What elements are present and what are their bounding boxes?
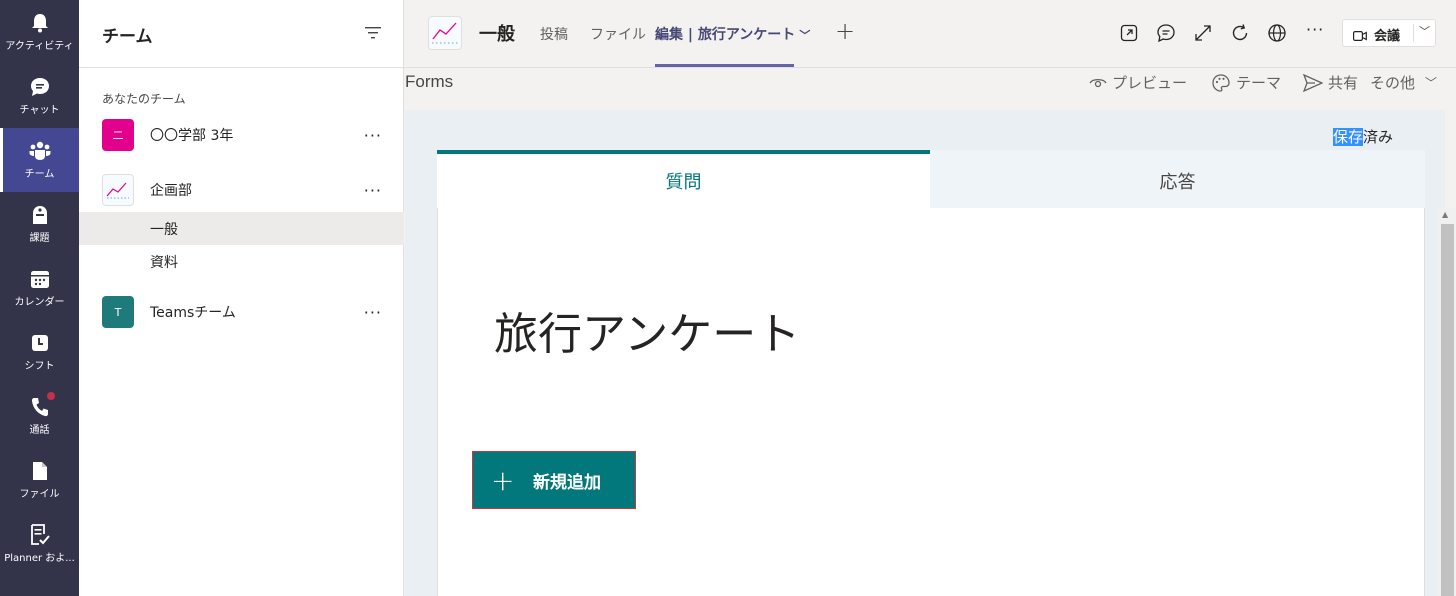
shifts-icon (29, 332, 51, 354)
channel-header: 一般 投稿 ファイル 編集 | 旅行アンケート ﹀ + ··· 会議 ﹀ (404, 0, 1456, 68)
palette-icon (1212, 73, 1230, 92)
more-options-icon[interactable]: ··· (364, 303, 382, 322)
tab-posts[interactable]: 投稿 (540, 24, 568, 44)
team-name: 〇〇学部 3年 (150, 128, 234, 144)
filter-icon[interactable] (364, 24, 382, 42)
eye-icon (1089, 78, 1107, 87)
chevron-down-icon: ﹀ (799, 29, 811, 42)
file-icon (29, 460, 51, 482)
forms-label: Forms (405, 72, 454, 91)
share-button[interactable]: 共有 (1303, 72, 1358, 93)
notification-badge (46, 392, 55, 400)
assignments-icon (29, 204, 51, 226)
channel-item[interactable]: 資料 (79, 245, 404, 278)
rail-label: チャット (19, 105, 60, 116)
refresh-icon[interactable] (1230, 23, 1250, 43)
save-status: 保存済み (1333, 126, 1393, 147)
chevron-down-icon[interactable]: ﹀ (1419, 23, 1430, 39)
conversation-icon[interactable] (1156, 23, 1176, 43)
more-options-icon[interactable]: ··· (364, 181, 382, 200)
team-name: 企画部 (150, 183, 192, 199)
more-menu-label: その他 (1370, 74, 1416, 92)
calendar-icon (29, 268, 51, 290)
divider (1413, 24, 1414, 42)
expand-icon[interactable] (1193, 23, 1213, 43)
tab-label: 編集 | 旅行アンケート (655, 27, 796, 43)
chat-icon (29, 76, 51, 98)
theme-button[interactable]: テーマ (1211, 72, 1281, 93)
app-rail: アクティビティ チャット チーム 課題 カレンダー シフト 通話 ファイル Pl… (0, 0, 79, 596)
rail-item-calendar[interactable]: カレンダー (0, 256, 79, 320)
add-new-button[interactable]: + 新規追加 (472, 451, 636, 509)
rail-label: 課題 (29, 233, 50, 244)
tab-files[interactable]: ファイル (590, 24, 646, 44)
scrollbar-thumb[interactable] (1441, 224, 1454, 596)
rail-label: 通話 (29, 425, 50, 436)
rail-label: チーム (24, 169, 55, 180)
theme-label: テーマ (1236, 74, 1282, 92)
share-label: 共有 (1328, 74, 1359, 92)
tab-responses[interactable]: 応答 (930, 150, 1425, 208)
preview-button[interactable]: プレビュー (1089, 72, 1187, 93)
rail-item-chat[interactable]: チャット (0, 64, 79, 128)
team-avatar: T (102, 296, 134, 328)
channel-name: 一般 (150, 221, 178, 238)
teams-panel: チーム あなたのチーム 二 〇〇学部 3年 ··· 企画部 ··· 一般 資料 … (79, 0, 404, 596)
bell-icon (29, 12, 51, 34)
planner-icon (29, 524, 51, 546)
scroll-up-arrow-icon[interactable]: ▲ (1442, 210, 1448, 219)
rail-label: ファイル (19, 489, 60, 500)
rail-item-teams[interactable]: チーム (0, 128, 79, 192)
channel-item[interactable]: 一般 (79, 212, 404, 245)
rail-label: シフト (24, 361, 55, 372)
rail-item-files[interactable]: ファイル (0, 448, 79, 512)
add-new-label: 新規追加 (533, 473, 601, 493)
rail-label: Planner およ... (4, 553, 75, 564)
panel-title: チーム (102, 27, 153, 47)
meet-button[interactable]: 会議 ﹀ (1342, 19, 1436, 47)
team-row[interactable]: 二 〇〇学部 3年 ··· (79, 115, 404, 155)
add-tab-button[interactable]: + (835, 17, 855, 45)
panel-header: チーム (79, 0, 404, 68)
video-camera-icon (1353, 27, 1367, 42)
team-avatar-chart-icon (102, 174, 134, 206)
save-status-highlight: 保存 (1333, 128, 1364, 146)
rail-item-assignments[interactable]: 課題 (0, 192, 79, 256)
tab-questions[interactable]: 質問 (437, 150, 930, 208)
rail-item-activity[interactable]: アクティビティ (0, 0, 79, 64)
rail-item-shifts[interactable]: シフト (0, 320, 79, 384)
popout-icon[interactable] (1119, 23, 1139, 43)
rail-label: カレンダー (14, 297, 65, 308)
rail-item-calls[interactable]: 通話 (0, 384, 79, 448)
chevron-down-icon: ﹀ (1425, 76, 1438, 90)
active-tab-indicator (655, 64, 794, 67)
save-status-rest: 済み (1363, 128, 1394, 146)
more-options-icon[interactable]: ··· (364, 126, 382, 145)
team-name: Teamsチーム (150, 305, 236, 321)
tab-forms-edit[interactable]: 編集 | 旅行アンケート ﹀ (655, 24, 810, 44)
team-avatar: 二 (102, 119, 134, 151)
send-icon (1303, 73, 1323, 92)
preview-label: プレビュー (1112, 74, 1188, 92)
more-options-icon[interactable]: ··· (1306, 20, 1324, 39)
form-card (437, 150, 1425, 596)
meet-label: 会議 (1374, 29, 1401, 44)
plus-icon: + (491, 464, 515, 497)
section-label: あなたのチーム (102, 92, 186, 106)
more-menu-button[interactable]: その他 ﹀ (1370, 72, 1437, 93)
globe-icon[interactable] (1267, 23, 1287, 43)
team-row[interactable]: T Teamsチーム ··· (79, 292, 404, 332)
rail-item-planner[interactable]: Planner およ... (0, 512, 79, 576)
teams-icon (29, 140, 51, 162)
team-row[interactable]: 企画部 ··· (79, 170, 404, 210)
channel-title: 一般 (479, 24, 515, 45)
rail-label: アクティビティ (5, 41, 74, 52)
channel-name: 資料 (150, 254, 178, 271)
phone-icon (29, 392, 55, 418)
channel-chart-icon (428, 16, 462, 50)
form-title[interactable]: 旅行アンケート (494, 298, 800, 362)
